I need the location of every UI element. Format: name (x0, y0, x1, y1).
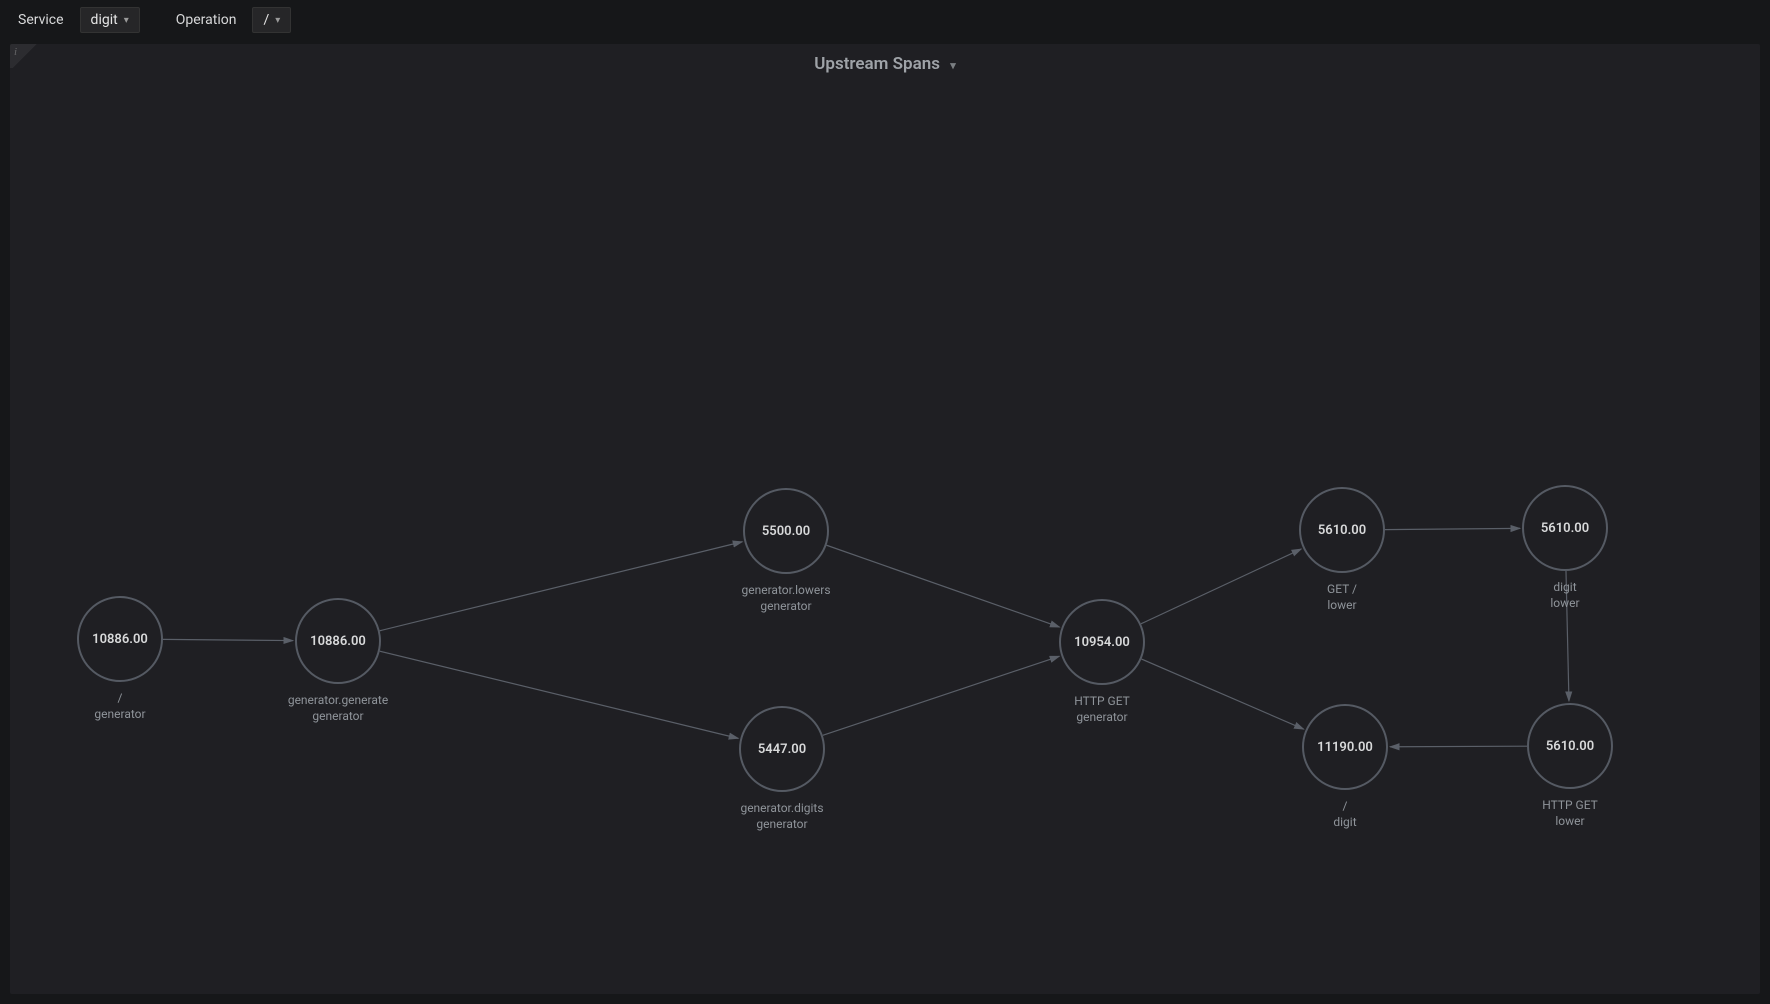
graph-edge (827, 545, 1060, 627)
graph-edge (380, 651, 738, 738)
graph-node-circle: 10886.00 (295, 598, 381, 684)
graph-node-circle: 10954.00 (1059, 599, 1145, 685)
graph-node[interactable]: 5610.00 HTTP GETlower (1527, 703, 1613, 829)
chevron-down-icon: ▾ (275, 15, 280, 26)
graph-node[interactable]: 5610.00 GET /lower (1299, 487, 1385, 613)
graph-node-label: /generator (94, 690, 145, 722)
panel-title-text: Upstream Spans (814, 54, 940, 74)
graph-node[interactable]: 10954.00 HTTP GETgenerator (1059, 599, 1145, 725)
graph-edge (1141, 549, 1301, 624)
graph-node-circle: 5610.00 (1522, 485, 1608, 571)
graph-node-label: generator.lowersgenerator (742, 582, 831, 614)
graph-node-circle: 5500.00 (743, 488, 829, 574)
graph-node[interactable]: 10886.00generator.generategenerator (295, 598, 381, 724)
graph-node-label: GET /lower (1327, 581, 1357, 613)
graph-node-circle: 5610.00 (1527, 703, 1613, 789)
graph-edge (380, 542, 743, 631)
service-label: Service (10, 8, 72, 32)
graph-node-circle: 5447.00 (739, 706, 825, 792)
graph-node-label: HTTP GETgenerator (1074, 693, 1130, 725)
graph-edge (163, 639, 293, 640)
graph-node-label: HTTP GETlower (1542, 797, 1598, 829)
graph-node-circle: 10886.00 (77, 596, 163, 682)
graph-node-label: digitlower (1550, 579, 1579, 611)
graph-node-circle: 5610.00 (1299, 487, 1385, 573)
graph-node[interactable]: 10886.00/generator (77, 596, 163, 722)
operation-label: Operation (168, 8, 245, 32)
panel-title[interactable]: Upstream Spans ▾ (10, 54, 1760, 74)
graph-panel: i Upstream Spans ▾ 10886.00/generator108… (10, 44, 1760, 994)
chevron-down-icon: ▾ (950, 59, 956, 72)
graph-node[interactable]: 5500.00 generator.lowersgenerator (743, 488, 829, 614)
graph-node-label: generator.generategenerator (288, 692, 388, 724)
operation-select[interactable]: / ▾ (252, 7, 291, 33)
graph-edge (1385, 528, 1520, 529)
graph-node[interactable]: 5447.00 generator.digitsgenerator (739, 706, 825, 832)
graph-node-label: /digit (1333, 798, 1356, 830)
graph-node-label: generator.digitsgenerator (740, 800, 823, 832)
service-select[interactable]: digit ▾ (80, 7, 140, 33)
graph-node-circle: 11190.00 (1302, 704, 1388, 790)
graph-edge (1141, 659, 1303, 729)
graph-edge (1390, 746, 1527, 747)
service-select-value: digit (91, 12, 118, 28)
graph-node[interactable]: 5610.00 digitlower (1522, 485, 1608, 611)
operation-select-value: / (263, 12, 269, 28)
graph-edge (823, 656, 1060, 735)
graph-node[interactable]: 11190.00/digit (1302, 704, 1388, 830)
chevron-down-icon: ▾ (124, 15, 129, 26)
graph-edges (10, 84, 1760, 994)
graph-canvas[interactable]: 10886.00/generator10886.00generator.gene… (10, 84, 1760, 994)
toolbar: Service digit ▾ Operation / ▾ (0, 0, 1770, 40)
